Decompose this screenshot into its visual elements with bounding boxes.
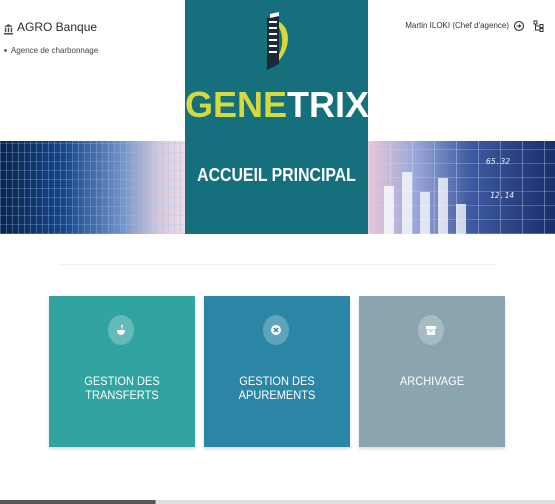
card-gestion-transferts[interactable]: GESTION DES TRANSFERTS: [49, 296, 195, 447]
genetrix-logo-icon: [267, 12, 288, 70]
user-name[interactable]: Martin ILOKI (Chef d'agence): [405, 21, 509, 30]
cancel-circle-icon: [271, 325, 281, 335]
banner-number: 12.14: [490, 191, 515, 200]
card-label: ARCHIVAGE: [399, 374, 465, 388]
logout-icon[interactable]: [513, 19, 525, 32]
bottom-scrollbar[interactable]: [0, 500, 555, 504]
card-label: GESTION DES APUREMENTS: [238, 374, 316, 402]
card-label: GESTION DES TRANSFERTS: [84, 374, 160, 402]
bullet-icon: [4, 49, 7, 52]
genetrix-logo: GENETRIX: [185, 84, 370, 126]
logo-text-part2: TRIX: [287, 84, 370, 125]
bank-icon: [4, 22, 13, 35]
brand-name: AGRO Banque: [17, 20, 98, 34]
brand[interactable]: AGRO Banque: [4, 20, 98, 35]
card-icon-circle: [108, 315, 134, 345]
divider: [60, 264, 495, 265]
sitemap-icon[interactable]: [533, 19, 545, 32]
hero-panel: GENETRIX ACCUEIL PRINCIPAL: [185, 0, 370, 234]
banner-art-left: [0, 141, 185, 234]
logo-text-part1: GENE: [185, 84, 288, 125]
card-gestion-apurements[interactable]: GESTION DES APUREMENTS: [204, 296, 350, 447]
page-title: ACCUEIL PRINCIPAL: [197, 165, 356, 185]
card-icon-circle: [263, 315, 289, 345]
card-icon-circle: [418, 315, 444, 345]
banner-art-right: 65.32 12.14: [368, 141, 555, 234]
mortar-pestle-icon: [117, 325, 125, 335]
card-archivage[interactable]: ARCHIVAGE: [359, 296, 505, 447]
archive-box-icon: [426, 326, 436, 335]
agency-name: Agence de charbonnage: [4, 46, 98, 55]
banner-number: 65.32: [486, 157, 511, 166]
agency-label: Agence de charbonnage: [11, 46, 99, 55]
